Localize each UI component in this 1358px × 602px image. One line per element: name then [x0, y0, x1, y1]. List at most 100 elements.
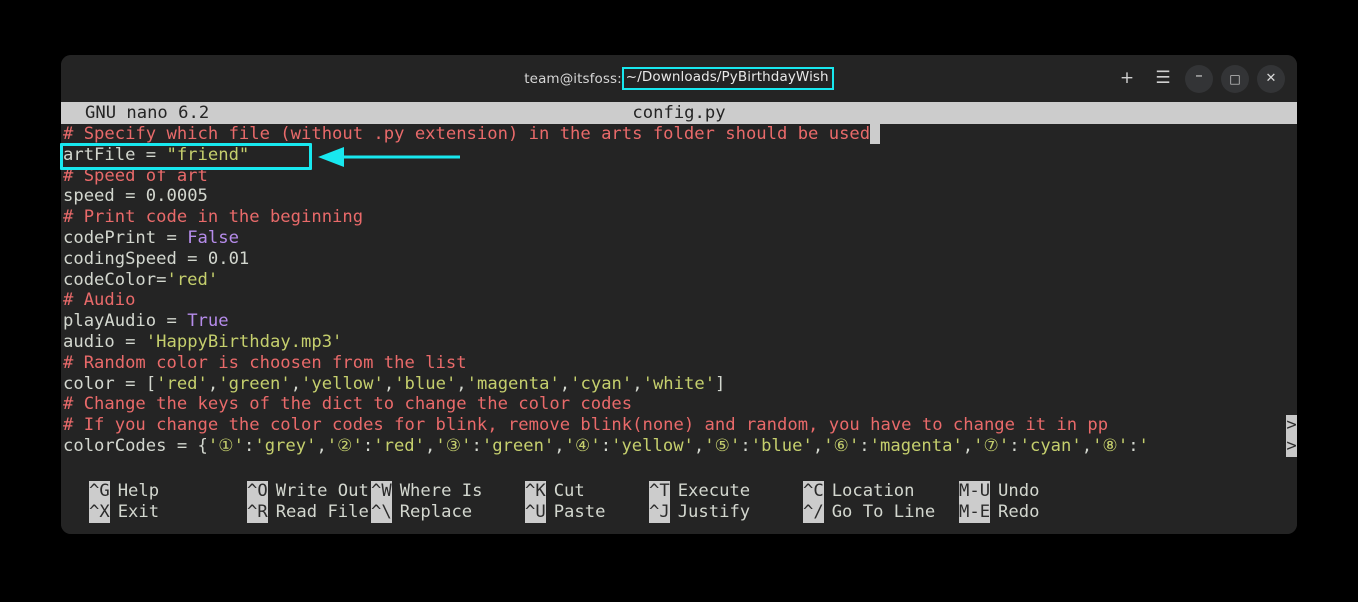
code-token: 'green'	[482, 436, 554, 456]
code-line[interactable]: # Change the keys of the dict to change …	[63, 394, 1297, 415]
code-token: 'red'	[156, 374, 208, 394]
code-token: ,	[632, 374, 642, 394]
code-token: color = [	[63, 374, 156, 394]
code-line[interactable]: # Random color is choosen from the list	[63, 353, 1297, 374]
code-line[interactable]: audio = 'HappyBirthday.mp3'	[63, 332, 1297, 353]
shortcut-location[interactable]: ^CLocation	[803, 481, 915, 502]
code-line[interactable]: playAudio = True	[63, 311, 1297, 332]
shortcut-justify[interactable]: ^JJustify	[649, 502, 750, 523]
code-token: :	[601, 436, 611, 456]
code-line[interactable]: speed = 0.0005	[63, 186, 1297, 207]
maximize-button[interactable]: □	[1221, 65, 1249, 93]
code-token: :	[859, 436, 869, 456]
shortcut-label: Cut	[546, 481, 585, 502]
code-line[interactable]: codePrint = False	[63, 228, 1297, 249]
new-tab-icon[interactable]: +	[1113, 65, 1141, 93]
code-line[interactable]: codingSpeed = 0.01	[63, 249, 1297, 270]
nano-version-label: GNU nano 6.2	[61, 102, 209, 124]
code-token: codePrint =	[63, 228, 187, 248]
line-continuation-marker: >	[1286, 415, 1297, 436]
code-token: 0.01	[208, 249, 249, 269]
shortcut-redo[interactable]: M-ERedo	[959, 502, 1039, 523]
code-line[interactable]: # If you change the color codes for blin…	[63, 415, 1297, 436]
window-controls: + ☰ – □ ✕	[1113, 55, 1285, 102]
code-token: speed =	[63, 186, 146, 206]
code-token: 0.0005	[146, 186, 208, 206]
shortcut-key: ^J	[649, 502, 670, 523]
code-token: # Change the keys of the dict to change …	[63, 394, 632, 414]
shortcut-key: ^U	[525, 502, 546, 523]
code-token: colorCodes = {	[63, 436, 208, 456]
code-line[interactable]: # Speed of art	[63, 166, 1297, 187]
code-token: 'yellow'	[301, 374, 384, 394]
code-token: :	[471, 436, 481, 456]
code-token: ,	[291, 374, 301, 394]
code-token	[870, 124, 880, 144]
shortcut-exit[interactable]: ^XExit	[89, 502, 159, 523]
shortcut-label: Execute	[670, 481, 750, 502]
code-token: 'HappyBirthday.mp3'	[146, 332, 343, 352]
code-token: '④'	[565, 436, 601, 456]
code-token: 'magenta'	[467, 374, 560, 394]
code-token: '	[1139, 436, 1149, 456]
code-token: 'green'	[218, 374, 290, 394]
shortcut-label: Help	[110, 481, 159, 502]
shortcut-label: Read File	[268, 502, 369, 523]
code-line[interactable]: # Specify which file (without .py extens…	[63, 124, 1297, 145]
code-token: :	[363, 436, 373, 456]
code-token: audio =	[63, 332, 146, 352]
code-token: :	[740, 436, 750, 456]
nano-editor[interactable]: GNU nano 6.2 config.py # Specify which f…	[61, 102, 1297, 534]
code-token: ,	[813, 436, 823, 456]
shortcut-label: Exit	[110, 502, 159, 523]
code-token: 'blue'	[751, 436, 813, 456]
shortcut-replace[interactable]: ^\Replace	[371, 502, 472, 523]
nano-code-area[interactable]: # Specify which file (without .py extens…	[61, 124, 1297, 476]
close-button[interactable]: ✕	[1257, 65, 1285, 93]
code-line[interactable]: color = ['red','green','yellow','blue','…	[63, 374, 1297, 395]
code-token: codingSpeed =	[63, 249, 208, 269]
code-token: 'red'	[373, 436, 425, 456]
code-token: # If you change the color codes for blin…	[63, 415, 1108, 435]
shortcut-read-file[interactable]: ^RRead File	[247, 502, 369, 523]
terminal-window: team@itsfoss: ~/Downloads/PyBirthdayWish…	[61, 55, 1297, 534]
code-token: codeColor=	[63, 270, 166, 290]
window-title-path-highlighted: ~/Downloads/PyBirthdayWish	[622, 67, 834, 90]
code-line[interactable]: artFile = "friend"	[63, 145, 1297, 166]
code-token: ,	[208, 374, 218, 394]
code-token: artFile =	[63, 145, 166, 165]
shortcut-label: Redo	[990, 502, 1039, 523]
code-line[interactable]: # Audio	[63, 290, 1297, 311]
code-line[interactable]: codeColor='red'	[63, 270, 1297, 291]
hamburger-menu-icon[interactable]: ☰	[1149, 65, 1177, 93]
shortcut-paste[interactable]: ^UPaste	[525, 502, 605, 523]
shortcut-key: M-E	[959, 502, 990, 523]
shortcut-go-to-line[interactable]: ^/Go To Line	[803, 502, 935, 523]
shortcut-where-is[interactable]: ^WWhere Is	[371, 481, 483, 502]
line-continuation-marker: >	[1286, 436, 1297, 457]
code-token: # Specify which file (without .py extens…	[63, 124, 870, 144]
shortcut-label: Undo	[990, 481, 1039, 502]
shortcut-cut[interactable]: ^KCut	[525, 481, 585, 502]
code-token: ,	[456, 374, 466, 394]
code-token: ,	[384, 374, 394, 394]
window-titlebar: team@itsfoss: ~/Downloads/PyBirthdayWish…	[61, 55, 1297, 102]
window-title: team@itsfoss: ~/Downloads/PyBirthdayWish	[524, 67, 833, 90]
code-token: True	[187, 311, 228, 331]
code-token: '③'	[435, 436, 471, 456]
shortcut-execute[interactable]: ^TExecute	[649, 481, 750, 502]
shortcut-label: Write Out	[268, 481, 369, 502]
code-line[interactable]: # Print code in the beginning	[63, 207, 1297, 228]
code-token: 'red'	[166, 270, 218, 290]
code-token: ,	[425, 436, 435, 456]
shortcut-undo[interactable]: M-UUndo	[959, 481, 1039, 502]
shortcut-help[interactable]: ^GHelp	[89, 481, 159, 502]
code-token: ,	[963, 436, 973, 456]
code-token: # Random color is choosen from the list	[63, 353, 467, 373]
screen-root: team@itsfoss: ~/Downloads/PyBirthdayWish…	[0, 0, 1358, 602]
shortcut-write-out[interactable]: ^OWrite Out	[247, 481, 369, 502]
shortcut-key: ^R	[247, 502, 268, 523]
shortcut-key: ^W	[371, 481, 392, 502]
minimize-button[interactable]: –	[1185, 65, 1213, 93]
code-line[interactable]: colorCodes = {'①':'grey','②':'red','③':'…	[63, 436, 1297, 457]
